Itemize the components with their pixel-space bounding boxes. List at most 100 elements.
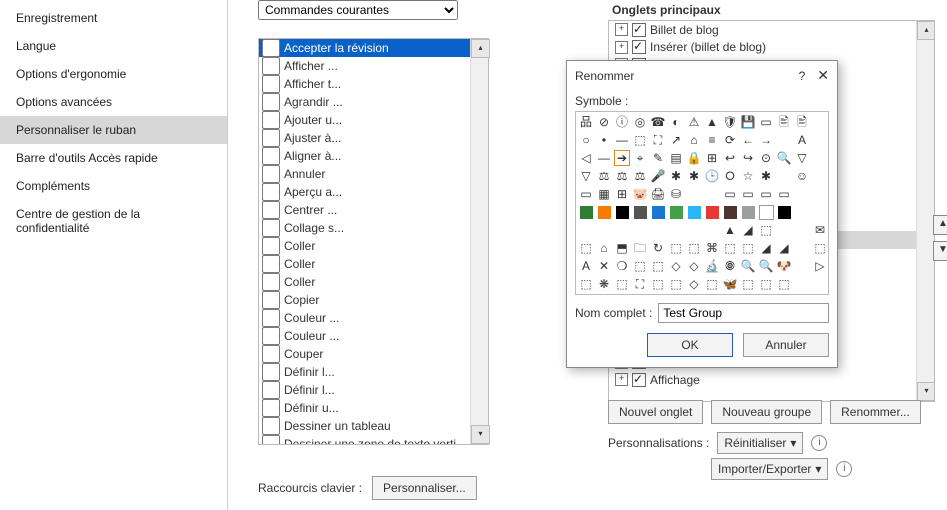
tree-checkbox[interactable] [632,40,646,54]
symbol-cell[interactable]: ◇ [686,276,702,292]
command-item[interactable]: Coller [259,237,471,255]
symbol-cell[interactable]: ⊙ [758,150,774,166]
command-item[interactable]: Couper [259,345,471,363]
symbol-cell[interactable]: ⌂ [686,132,702,148]
command-item[interactable]: Dessiner un tableau [259,417,471,435]
symbol-cell[interactable]: ⌖ [632,150,648,166]
symbol-cell[interactable] [758,204,774,220]
nav-item[interactable]: Options d'ergonomie [0,60,227,88]
command-item[interactable]: Agrandir ... [259,93,471,111]
commands-list[interactable]: Accepter la révisionAfficher ...Afficher… [258,38,489,445]
symbol-cell[interactable]: ⬚ [632,258,648,274]
symbol-cell[interactable]: 🎤 [650,168,666,184]
symbol-cell[interactable]: 🐶 [776,258,792,274]
symbol-cell[interactable]: ✱ [668,168,684,184]
symbol-cell[interactable] [704,204,720,220]
symbol-cell[interactable]: ⬚ [668,276,684,292]
symbol-cell[interactable]: ✎ [650,150,666,166]
symbol-cell[interactable]: ⬚ [578,240,594,256]
symbol-cell[interactable]: ◎ [632,114,648,130]
symbol-cell[interactable] [614,204,630,220]
scroll-up-icon[interactable]: ▴ [917,21,935,40]
command-item[interactable]: Couleur ... [259,309,471,327]
symbol-cell[interactable] [632,222,648,238]
symbol-cell[interactable]: — [614,132,630,148]
symbol-cell[interactable]: ⓘ [614,114,630,130]
symbol-cell[interactable]: ⬒ [614,240,630,256]
move-up-button[interactable]: ▲ [933,215,947,235]
symbol-cell[interactable]: • [596,132,612,148]
symbol-cell[interactable]: ⬚ [632,132,648,148]
symbol-cell[interactable]: ⬚ [740,240,756,256]
symbol-cell[interactable]: ⬚ [812,240,828,256]
symbol-cell[interactable]: ▭ [758,114,774,130]
symbol-cell[interactable]: ✕ [596,258,612,274]
symbol-cell[interactable] [686,186,702,202]
command-item[interactable]: Centrer ... [259,201,471,219]
command-item[interactable]: Afficher t... [259,75,471,93]
symbol-cell[interactable] [668,222,684,238]
symbol-cell[interactable]: ⛶ [650,132,666,148]
symbol-cell[interactable]: ▭ [758,186,774,202]
symbol-cell[interactable]: ↩ [722,150,738,166]
symbol-cell[interactable]: A [578,258,594,274]
symbol-cell[interactable] [704,186,720,202]
symbol-cell[interactable]: ⚖ [614,168,630,184]
symbol-cell[interactable]: ▲ [722,222,738,238]
symbol-cell[interactable]: 🖹 [776,114,792,130]
symbol-cell[interactable]: ⬚ [668,240,684,256]
symbol-cell[interactable]: ◢ [740,222,756,238]
symbol-cell[interactable]: ❍ [614,258,630,274]
command-item[interactable]: Annuler [259,165,471,183]
symbol-cell[interactable] [578,222,594,238]
symbol-cell[interactable]: 🔍 [740,258,756,274]
cancel-button[interactable]: Annuler [743,333,829,357]
symbol-cell[interactable]: A [794,132,810,148]
symbol-cell[interactable]: ○ [578,132,594,148]
symbol-cell[interactable] [578,204,594,220]
symbol-cell[interactable]: ☺ [794,168,810,184]
symbol-cell[interactable]: ⬚ [758,276,774,292]
symbol-cell[interactable]: ↪ [740,150,756,166]
symbol-cell[interactable]: 🦋 [722,276,738,292]
symbol-cell[interactable]: ⬚ [704,276,720,292]
symbol-cell[interactable]: ⊘ [596,114,612,130]
symbol-cell[interactable]: ⚖ [632,168,648,184]
symbol-cell[interactable]: 🔍 [758,258,774,274]
close-button[interactable]: ✕ [817,67,829,84]
symbol-cell[interactable]: ⌘ [704,240,720,256]
symbol-cell[interactable] [776,222,792,238]
tree-item[interactable]: +Insérer (billet de blog) [609,39,917,57]
symbol-cell[interactable]: 🖨 [650,186,666,202]
symbol-cell[interactable]: ⭘ [722,168,738,184]
nav-item[interactable]: Options avancées [0,88,227,116]
symbol-cell[interactable]: ✱ [758,168,774,184]
command-item[interactable]: Définir u... [259,399,471,417]
symbol-cell[interactable]: ← [740,132,756,148]
symbol-cell[interactable]: ≡ [704,132,720,148]
symbol-cell[interactable]: ↗ [668,132,684,148]
symbol-cell[interactable]: 🛡 [722,114,738,130]
command-item[interactable]: Ajuster à... [259,129,471,147]
command-item[interactable]: Copier [259,291,471,309]
symbol-cell[interactable]: ▲ [704,114,720,130]
command-item[interactable]: Couleur ... [259,327,471,345]
symbol-cell[interactable]: ⬚ [722,240,738,256]
expand-toggle[interactable]: + [615,23,628,36]
help-button[interactable]: ? [799,69,806,83]
symbol-cell[interactable] [722,204,738,220]
symbol-cell[interactable]: ▽ [794,150,810,166]
symbol-cell[interactable] [686,222,702,238]
symbol-cell[interactable]: ⌂ [596,240,612,256]
symbol-cell[interactable]: ▭ [776,186,792,202]
nav-item[interactable]: Centre de gestion de la confidentialité [0,200,227,242]
info-icon[interactable]: i [811,435,827,451]
symbol-cell[interactable]: ⚠ [686,114,702,130]
symbol-cell[interactable] [686,204,702,220]
symbol-cell[interactable]: ⬚ [740,276,756,292]
symbol-cell[interactable]: 💾 [740,114,756,130]
symbol-cell[interactable]: ➔ [614,150,630,166]
symbol-cell[interactable]: ▭ [740,186,756,202]
rename-button[interactable]: Renommer... [830,400,921,424]
symbol-cell[interactable]: ⬚ [650,276,666,292]
